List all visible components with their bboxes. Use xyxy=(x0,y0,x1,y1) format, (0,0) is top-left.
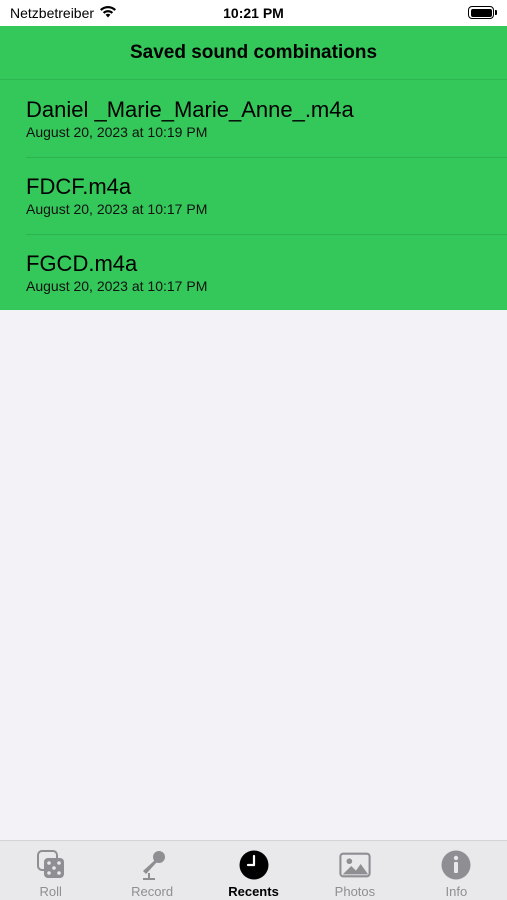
recording-name: FDCF.m4a xyxy=(26,174,132,199)
tab-roll[interactable]: Roll xyxy=(0,841,101,900)
info-icon xyxy=(440,849,472,881)
tab-bar: Roll Record Recents Photos Info xyxy=(0,840,507,900)
microphone-icon xyxy=(136,849,168,881)
page-title: Saved sound combinations xyxy=(0,26,507,80)
recording-date: August 20, 2023 at 10:17 PM xyxy=(26,278,208,294)
list-item[interactable]: Daniel _Marie_Marie_Anne_.m4a August 20,… xyxy=(0,80,507,157)
dice-icon xyxy=(35,849,67,881)
tab-label: Recents xyxy=(228,884,279,899)
battery-icon xyxy=(468,6,498,20)
tab-label: Record xyxy=(131,884,174,899)
recording-date: August 20, 2023 at 10:19 PM xyxy=(26,124,208,140)
tab-info[interactable]: Info xyxy=(406,841,507,900)
photo-icon xyxy=(339,849,371,881)
app-screen: Netzbetreiber 10:21 PM Saved sound combi… xyxy=(0,0,507,900)
recordings-panel: Saved sound combinations Daniel _Marie_M… xyxy=(0,26,507,310)
status-bar: Netzbetreiber 10:21 PM xyxy=(0,0,507,26)
tab-label: Info xyxy=(445,884,468,899)
list-item[interactable]: FGCD.m4a August 20, 2023 at 10:17 PM xyxy=(0,234,507,311)
tab-label: Photos xyxy=(334,884,376,899)
list-item[interactable]: FDCF.m4a August 20, 2023 at 10:17 PM xyxy=(0,157,507,234)
tab-record[interactable]: Record xyxy=(101,841,202,900)
recording-name: Daniel _Marie_Marie_Anne_.m4a xyxy=(26,97,354,122)
tab-label: Roll xyxy=(39,884,62,899)
clock-icon xyxy=(238,849,270,881)
tab-recents[interactable]: Recents xyxy=(203,841,304,900)
status-time: 10:21 PM xyxy=(223,5,284,21)
tab-photos[interactable]: Photos xyxy=(304,841,405,900)
recording-date: August 20, 2023 at 10:17 PM xyxy=(26,201,208,217)
recording-name: FGCD.m4a xyxy=(26,251,138,276)
